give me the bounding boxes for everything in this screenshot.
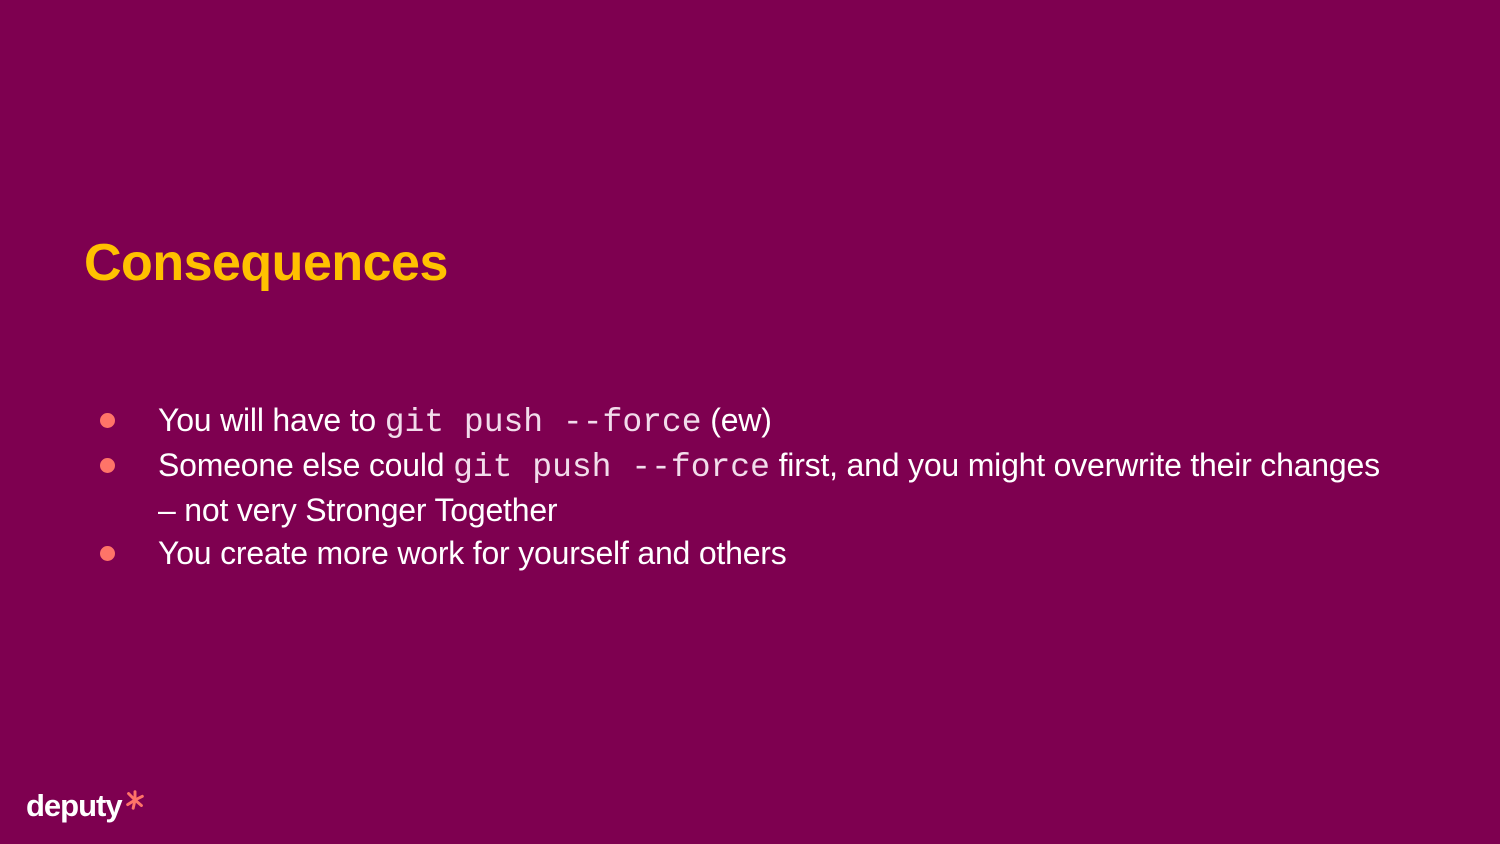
bullet-text: You create more work for yourself and ot…	[158, 535, 787, 571]
slide: Consequences You will have to git push -…	[0, 0, 1500, 844]
deputy-logo: deputy	[26, 784, 146, 828]
bullet-dot-icon	[100, 546, 115, 561]
bullet-item: You create more work for yourself and ot…	[98, 532, 1398, 575]
code-snippet: git push --force	[453, 449, 770, 486]
deputy-asterisk-icon	[125, 790, 144, 810]
bullet-text: Someone else could	[158, 447, 454, 483]
bullet-text: You will have to	[158, 402, 385, 438]
logo-wordmark: deputy	[26, 788, 123, 823]
bullet-dot-icon	[100, 413, 115, 428]
bullet-list: You will have to git push --force (ew) S…	[98, 399, 1398, 575]
bullet-item: Someone else could git push --force firs…	[98, 444, 1398, 532]
slide-title: Consequences	[84, 234, 448, 292]
code-snippet: git push --force	[384, 404, 702, 441]
bullet-text: (ew)	[701, 402, 772, 438]
bullet-dot-icon	[100, 458, 115, 473]
bullet-item: You will have to git push --force (ew)	[98, 399, 1398, 444]
